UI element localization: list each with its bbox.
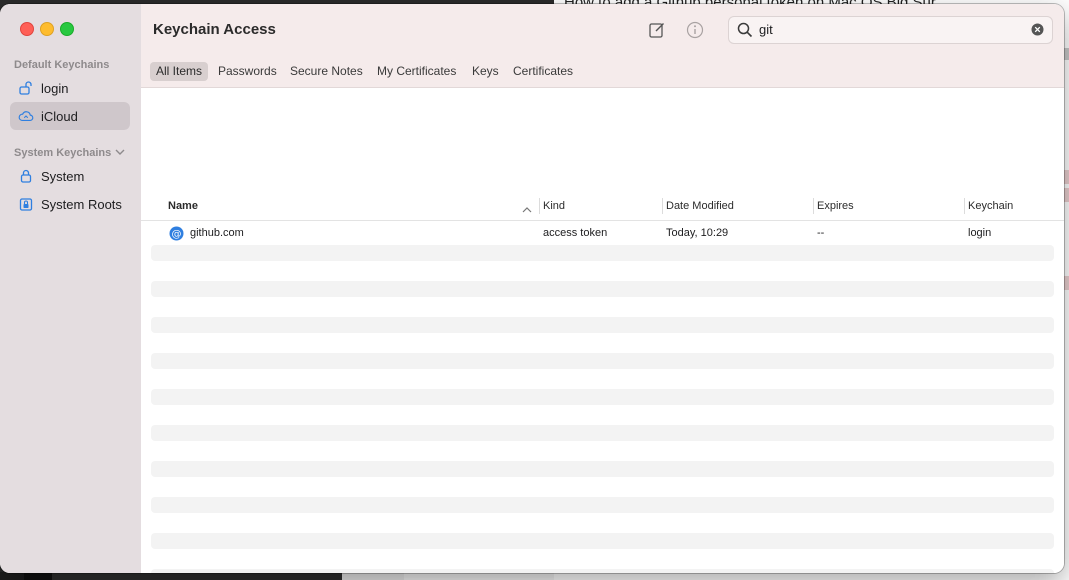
category-tab-bar: All Items Passwords Secure Notes My Cert… <box>141 56 1064 88</box>
sidebar-item-label: System <box>41 168 85 184</box>
tab-secure-notes[interactable]: Secure Notes <box>284 62 369 81</box>
search-icon <box>737 22 753 43</box>
tab-certificates[interactable]: Certificates <box>507 62 579 81</box>
column-divider[interactable] <box>539 198 540 214</box>
column-header-expires[interactable]: Expires <box>817 200 854 212</box>
empty-row <box>151 245 1054 261</box>
header-divider <box>141 220 1064 221</box>
sort-ascending-icon[interactable] <box>522 201 532 219</box>
sidebar-item-label: iCloud <box>41 108 78 124</box>
window-title: Keychain Access <box>153 21 276 38</box>
tab-keys[interactable]: Keys <box>466 62 505 81</box>
column-divider[interactable] <box>662 198 663 214</box>
compose-new-item-icon[interactable] <box>647 20 667 40</box>
empty-row <box>151 281 1054 297</box>
lock-open-icon <box>18 80 34 96</box>
chevron-down-icon[interactable] <box>115 147 125 159</box>
svg-text:@: @ <box>172 229 182 240</box>
sidebar-section-system-keychains: System Keychains <box>14 147 125 159</box>
background-dock-strip <box>0 572 1069 580</box>
row-expires: -- <box>817 227 825 239</box>
column-header-date-modified[interactable]: Date Modified <box>666 200 734 212</box>
sidebar-item-system-roots[interactable]: System Roots <box>10 190 130 218</box>
sidebar: Default Keychains login iCloud System Ke… <box>0 4 142 573</box>
empty-row <box>151 533 1054 549</box>
lock-icon <box>18 168 34 184</box>
close-window-button[interactable] <box>20 22 34 36</box>
cloud-icon <box>18 108 34 124</box>
internet-password-at-icon: @ <box>169 226 184 246</box>
empty-row <box>151 497 1054 513</box>
column-header-keychain[interactable]: Keychain <box>968 200 1013 212</box>
row-date-modified: Today, 10:29 <box>666 227 729 239</box>
row-name: github.com <box>190 227 244 239</box>
sidebar-item-label: System Roots <box>41 196 122 212</box>
row-keychain: login <box>968 227 992 239</box>
empty-row <box>151 389 1054 405</box>
empty-row <box>151 425 1054 441</box>
search-input[interactable]: git <box>759 22 773 37</box>
lock-cabinet-icon <box>18 196 34 212</box>
empty-row <box>151 353 1054 369</box>
sidebar-item-login[interactable]: login <box>10 74 130 102</box>
row-kind: access token <box>543 227 608 239</box>
items-table: Name Kind Date Modified Expires Keychain… <box>141 88 1064 573</box>
minimize-window-button[interactable] <box>40 22 54 36</box>
sidebar-item-icloud[interactable]: iCloud <box>10 102 130 130</box>
empty-row <box>151 569 1054 573</box>
sidebar-item-label: login <box>41 80 69 96</box>
keychain-access-window: Default Keychains login iCloud System Ke… <box>0 4 1064 573</box>
tab-my-certificates[interactable]: My Certificates <box>371 62 462 81</box>
sidebar-item-system[interactable]: System <box>10 162 130 190</box>
empty-row <box>151 461 1054 477</box>
sidebar-section-default-keychains: Default Keychains <box>14 59 110 71</box>
column-divider[interactable] <box>964 198 965 214</box>
empty-row <box>151 317 1054 333</box>
column-header-kind[interactable]: Kind <box>543 200 565 212</box>
toolbar: Keychain Access git <box>141 4 1064 56</box>
zoom-window-button[interactable] <box>60 22 74 36</box>
tab-all-items[interactable]: All Items <box>150 62 209 81</box>
search-field[interactable]: git <box>728 16 1053 44</box>
clear-search-icon[interactable] <box>1031 23 1044 41</box>
column-divider[interactable] <box>813 198 814 214</box>
info-icon[interactable] <box>685 20 705 40</box>
tab-passwords[interactable]: Passwords <box>212 62 283 81</box>
column-header-name[interactable]: Name <box>168 200 198 212</box>
